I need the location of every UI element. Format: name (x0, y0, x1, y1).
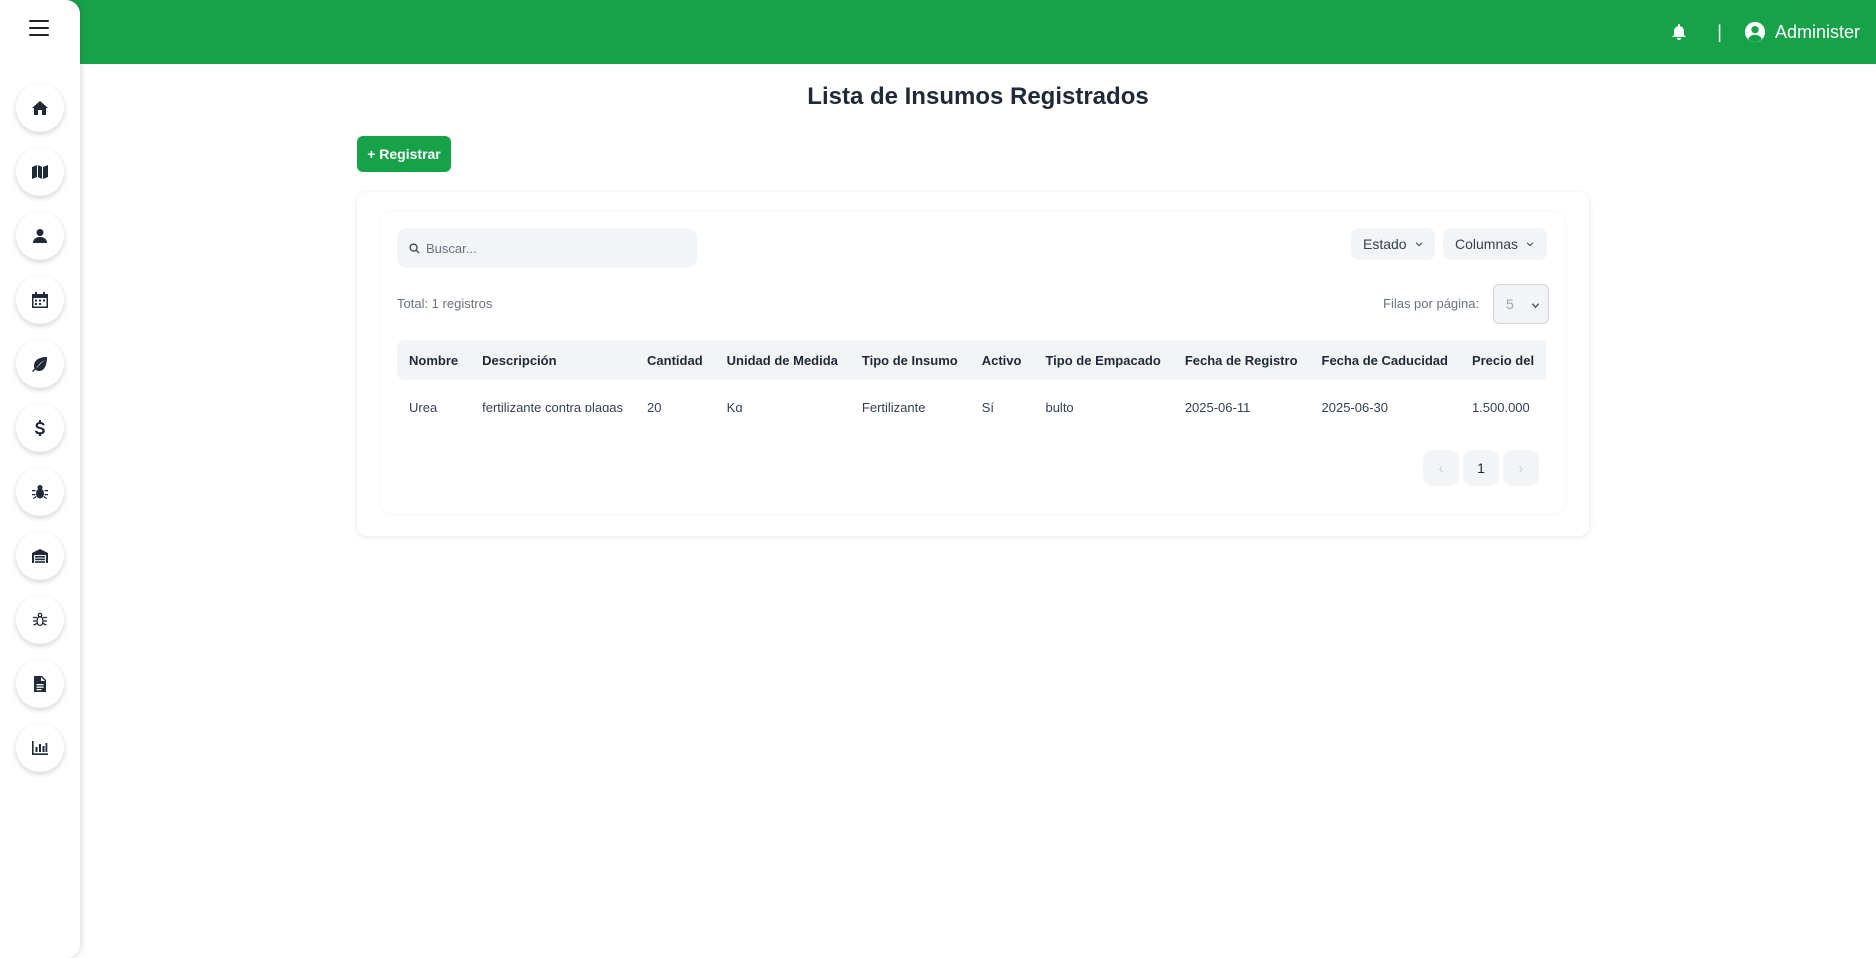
warehouse-icon (32, 549, 48, 563)
home-icon (32, 101, 48, 115)
map-icon (32, 165, 48, 179)
search-icon (409, 242, 420, 254)
table-cell: 2025-06-11 (1184, 399, 1251, 413)
register-button[interactable]: + Registrar (357, 136, 451, 172)
table-row[interactable]: Urea fertilizante contra plagas 20 Kg Fe… (397, 380, 1546, 413)
search-box[interactable] (397, 228, 697, 268)
columns-dropdown[interactable]: Columnas (1443, 228, 1547, 260)
sidebar-item-home[interactable] (16, 84, 64, 132)
column-header[interactable]: Tipo de Empacado (1033, 340, 1172, 380)
sidebar-item-pest-control[interactable] (16, 596, 64, 644)
table-cell: Urea (409, 399, 438, 413)
next-page-button[interactable]: › (1503, 450, 1539, 486)
sidebar-item-user[interactable] (16, 212, 64, 260)
user-avatar-icon (1744, 21, 1766, 43)
table-cell: Kg (726, 399, 743, 413)
chevron-down-icon (1531, 303, 1540, 309)
sidebar-item-finance[interactable] (16, 404, 64, 452)
calendar-icon (32, 292, 48, 308)
document-icon (34, 676, 46, 692)
column-header[interactable]: Activo (970, 340, 1034, 380)
table-cell: 2025-06-30 (1321, 399, 1389, 413)
column-header[interactable]: Fecha de Registro (1173, 340, 1310, 380)
dollar-icon (35, 420, 45, 436)
column-header[interactable]: Cantidad (635, 340, 715, 380)
table-cell: fertilizante contra plagas (482, 399, 624, 413)
page-title: Lista de Insumos Registrados (807, 83, 1149, 110)
previous-page-button[interactable]: ‹ (1423, 450, 1459, 486)
supplies-table: Nombre Descripción Cantidad Unidad de Me… (397, 340, 1547, 413)
table-container: Nombre Descripción Cantidad Unidad de Me… (397, 340, 1565, 412)
sidebar-item-reports[interactable] (16, 724, 64, 772)
table-cell: 1.500.000 (1471, 399, 1530, 413)
table-panel: Estado Columnas Total: 1 registros Filas… (381, 212, 1565, 514)
chevron-down-icon (1415, 242, 1422, 247)
sidebar-item-crops[interactable] (16, 340, 64, 388)
user-menu[interactable]: Administer (1744, 21, 1860, 43)
sidebar-item-warehouse[interactable] (16, 532, 64, 580)
estado-filter-dropdown[interactable]: Estado (1351, 228, 1435, 260)
sidebar (0, 0, 80, 958)
chevron-down-icon (1526, 242, 1534, 247)
column-header[interactable]: Unidad de Medida (715, 340, 850, 380)
sidebar-item-calendar[interactable] (16, 276, 64, 324)
column-header[interactable]: Tipo de Insumo (850, 340, 970, 380)
columns-dropdown-label: Columnas (1455, 236, 1519, 252)
column-header[interactable]: Fecha de Caducidad (1310, 340, 1460, 380)
table-cell: Sí (981, 399, 995, 413)
table-cell: Fertilizante (861, 399, 926, 413)
pest-icon (33, 612, 47, 627)
rows-per-page-select[interactable]: 5 (1493, 284, 1549, 324)
rows-per-page-label: Filas por página: (1383, 296, 1480, 311)
top-bar-actions: | Administer (1669, 0, 1860, 64)
leaf-icon (32, 357, 47, 372)
estado-filter-label: Estado (1363, 236, 1407, 252)
chart-icon (32, 741, 48, 755)
header-divider: | (1717, 21, 1722, 42)
sidebar-item-map[interactable] (16, 148, 64, 196)
bug-icon (32, 485, 48, 499)
page-1-button[interactable]: 1 (1463, 450, 1499, 486)
column-header[interactable]: Nombre (397, 340, 470, 380)
table-cell: 20 (647, 399, 662, 413)
sidebar-item-documents[interactable] (16, 660, 64, 708)
hamburger-menu-icon[interactable] (29, 19, 49, 37)
table-cell: bulto (1045, 399, 1074, 413)
column-header[interactable]: Precio del (1460, 340, 1546, 380)
sidebar-item-pests[interactable] (16, 468, 64, 516)
rows-per-page-value: 5 (1506, 296, 1514, 312)
search-input[interactable] (426, 240, 676, 256)
table-card: Estado Columnas Total: 1 registros Filas… (357, 192, 1589, 536)
user-icon (33, 229, 47, 243)
table-header-row: Nombre Descripción Cantidad Unidad de Me… (397, 340, 1547, 380)
bell-icon[interactable] (1669, 22, 1689, 42)
column-header[interactable]: Descripción (470, 340, 635, 380)
total-records: Total: 1 registros (397, 296, 493, 311)
username: Administer (1774, 21, 1860, 42)
top-bar: | Administer (0, 0, 1876, 64)
